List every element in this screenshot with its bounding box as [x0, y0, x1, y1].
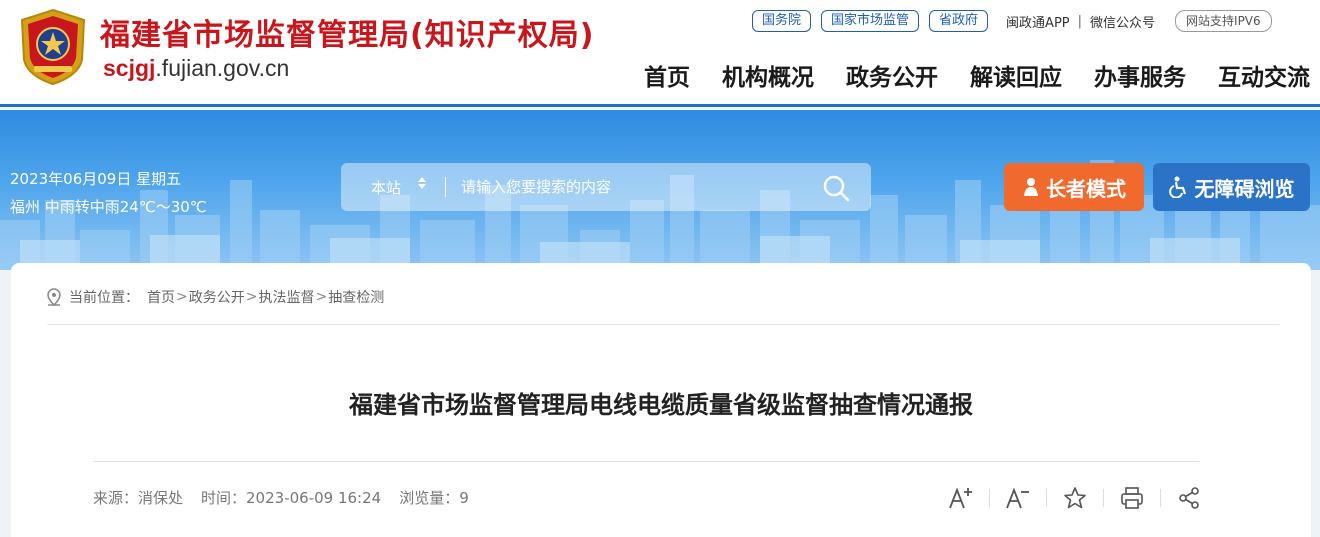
tool-divider: [1103, 489, 1104, 507]
updown-arrow-icon[interactable]: [417, 175, 427, 191]
article-tools: [947, 484, 1203, 512]
national-emblem-icon[interactable]: [18, 8, 88, 86]
weather-info: 福州 中雨转中雨24℃～30℃: [10, 198, 207, 216]
print-icon[interactable]: [1118, 484, 1146, 512]
domain-highlight: scjgj: [103, 55, 156, 81]
search-divider: [445, 177, 446, 197]
breadcrumb-home[interactable]: 首页: [147, 287, 175, 307]
font-increase-icon[interactable]: [947, 484, 975, 512]
breadcrumb-gov-open[interactable]: 政务公开: [189, 287, 245, 307]
wheelchair-icon: [1168, 176, 1186, 198]
tool-divider: [1046, 489, 1047, 507]
breadcrumb-label: 当前位置：: [69, 290, 139, 306]
search-scope-select[interactable]: 本站: [371, 177, 401, 198]
link-guojia-scjg[interactable]: 国家市场监管: [821, 10, 920, 32]
breadcrumb-arrow: >: [315, 289, 328, 305]
link-shengzhengfu[interactable]: 省政府: [929, 10, 989, 32]
title-divider: [93, 461, 1199, 462]
banner: 2023年06月09日 星期五 福州 中雨转中雨24℃～30℃ 本站 长者模式 …: [0, 110, 1320, 270]
font-decrease-icon[interactable]: [1004, 484, 1032, 512]
search-input[interactable]: [461, 173, 801, 201]
elder-mode-button[interactable]: 长者模式: [1004, 163, 1144, 211]
link-guowuyuan[interactable]: 国务院: [752, 10, 812, 32]
nav-service[interactable]: 办事服务: [1094, 58, 1186, 92]
share-icon[interactable]: [1175, 484, 1203, 512]
breadcrumb-arrow: >: [176, 289, 188, 305]
elder-icon: [1024, 178, 1038, 196]
top-links: 国务院 国家市场监管 省政府 闽政通APP | 微信公众号 网站支持IPV6: [752, 10, 1272, 32]
ipv6-badge: 网站支持IPV6: [1175, 10, 1272, 32]
accessible-browse-label: 无障碍浏览: [1194, 176, 1295, 201]
breadcrumb-divider: [47, 324, 1279, 325]
article-views: 浏览量：9: [399, 489, 469, 507]
site-title[interactable]: 福建省市场监督管理局(知识产权局): [100, 10, 594, 54]
accessible-browse-button[interactable]: 无障碍浏览: [1153, 163, 1310, 211]
article-title: 福建省市场监督管理局电线电缆质量省级监督抽查情况通报: [349, 391, 973, 419]
search-box: 本站: [341, 163, 871, 211]
site-domain: scjgj.fujian.gov.cn: [103, 55, 289, 82]
location-pin-icon: [47, 288, 61, 306]
main-nav: 首页 机构概况 政务公开 解读回应 办事服务 互动交流: [612, 58, 1310, 92]
breadcrumb-inspection[interactable]: 抽查检测: [328, 287, 384, 307]
article-meta: 来源：消保处 时间：2023-06-09 16:24 浏览量：9: [93, 487, 487, 508]
search-icon[interactable]: [821, 173, 851, 203]
site-header: 福建省市场监督管理局(知识产权局) scjgj.fujian.gov.cn 国务…: [0, 0, 1320, 107]
link-minzhengtong[interactable]: 闽政通APP: [998, 12, 1078, 31]
domain-rest: .fujian.gov.cn: [155, 55, 290, 81]
nav-gov-open[interactable]: 政务公开: [846, 58, 938, 92]
tool-divider: [989, 489, 990, 507]
nav-org[interactable]: 机构概况: [722, 58, 814, 92]
article-source: 来源：消保处: [93, 489, 184, 507]
nav-home[interactable]: 首页: [644, 58, 690, 92]
link-weixin[interactable]: 微信公众号: [1082, 12, 1163, 31]
content-card: 当前位置： 首页 > 政务公开 > 执法监督 > 抽查检测 福建省市场监督管理局…: [11, 263, 1311, 537]
breadcrumb-enforcement[interactable]: 执法监督: [258, 287, 314, 307]
current-date: 2023年06月09日 星期五: [10, 170, 182, 188]
breadcrumb-arrow: >: [245, 289, 258, 305]
nav-interaction[interactable]: 互动交流: [1218, 58, 1310, 92]
star-icon[interactable]: [1061, 484, 1089, 512]
article-time: 时间：2023-06-09 16:24: [201, 489, 382, 507]
nav-interpret[interactable]: 解读回应: [970, 58, 1062, 92]
tool-divider: [1160, 489, 1161, 507]
elder-mode-label: 长者模式: [1046, 176, 1126, 201]
breadcrumb: 当前位置： 首页 > 政务公开 > 执法监督 > 抽查检测: [47, 287, 384, 307]
